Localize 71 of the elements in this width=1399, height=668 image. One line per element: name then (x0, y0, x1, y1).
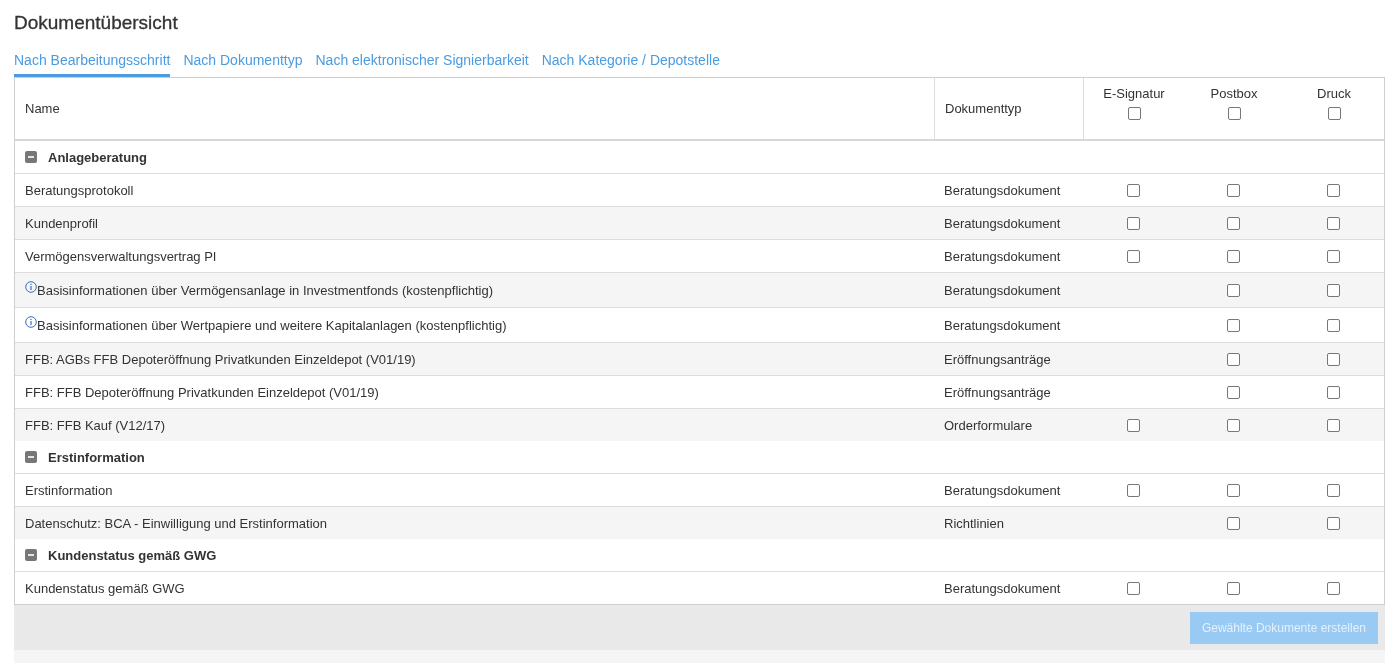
checkbox[interactable] (1226, 352, 1240, 366)
checkbox[interactable] (1126, 418, 1140, 432)
checkbox[interactable] (1226, 216, 1240, 230)
checkbox[interactable] (1126, 581, 1140, 595)
checkbox[interactable] (1226, 483, 1240, 497)
checkbox[interactable] (1326, 385, 1340, 399)
checkbox[interactable] (1326, 318, 1340, 332)
checkbox[interactable] (1326, 352, 1340, 366)
checkbox[interactable] (1226, 283, 1240, 297)
checkbox[interactable] (1126, 249, 1140, 263)
info-icon[interactable] (25, 316, 37, 328)
info-icon[interactable] (25, 281, 37, 293)
checkbox[interactable] (1326, 183, 1340, 197)
document-name: Kundenprofil (25, 215, 98, 231)
document-type: Eröffnungsanträge (944, 384, 1051, 400)
document-name: Basisinformationen über Wertpapiere und weitere Kapitalanlagen (kostenpflichtig) (37, 317, 507, 333)
document-type: Beratungsdokument (944, 482, 1061, 498)
column-header: Postbox (1210, 86, 1258, 101)
checkbox[interactable] (1326, 249, 1340, 263)
tab[interactable]: Nach Dokumenttyp (183, 52, 303, 77)
checkbox[interactable] (1326, 483, 1340, 497)
document-name: FFB: FFB Depoteröffnung Privatkunden Einzeldepot (V01/19) (25, 384, 379, 400)
document-name: FFB: AGBs FFB Depoteröffnung Privatkunden Einzeldepot (V01/19) (25, 351, 416, 367)
column-header: Druck (1317, 86, 1351, 101)
document-type: Beratungsdokument (944, 317, 1061, 333)
collapse-icon[interactable] (25, 451, 37, 463)
tab[interactable]: Nach Kategorie / Depotstelle (541, 52, 720, 77)
document-name: Basisinformationen über Vermögensanlage in Investmentfonds (kostenpflichtig) (37, 282, 493, 298)
document-type: Beratungsdokument (944, 282, 1061, 298)
column-header: Dokumenttyp (945, 101, 1022, 116)
checkbox[interactable] (1226, 385, 1240, 399)
checkbox[interactable] (1126, 216, 1140, 230)
document-name: Vermögensverwaltungsvertrag PI (25, 248, 217, 264)
page-title: Dokumentübersicht (14, 12, 179, 34)
document-type: Eröffnungsanträge (944, 351, 1051, 367)
document-type: Beratungsdokument (944, 248, 1061, 264)
checkbox[interactable] (1226, 318, 1240, 332)
checkbox[interactable] (1326, 581, 1340, 595)
document-type: Beratungsdokument (944, 182, 1061, 198)
checkbox[interactable] (1226, 516, 1240, 530)
select-all-checkbox[interactable] (1127, 107, 1141, 120)
document-name: FFB: FFB Kauf (V12/17) (25, 417, 166, 433)
document-name: Datenschutz: BCA - Einwilligung und Erstinformation (25, 515, 328, 531)
tab[interactable]: Nach elektronischer Signierbarkeit (315, 52, 529, 77)
checkbox[interactable] (1226, 249, 1240, 263)
document-type: Orderformulare (944, 417, 1033, 433)
checkbox[interactable] (1326, 516, 1340, 530)
checkbox[interactable] (1226, 183, 1240, 197)
select-all-checkbox[interactable] (1227, 107, 1241, 120)
document-type: Beratungsdokument (944, 580, 1061, 596)
column-header: Name (25, 101, 60, 116)
tab[interactable]: Nach Bearbeitungsschritt (14, 52, 171, 77)
checkbox[interactable] (1126, 483, 1140, 497)
document-name: Kundenstatus gemäß GWG (25, 580, 185, 596)
group-label: Kundenstatus gemäß GWG (48, 547, 217, 563)
collapse-icon[interactable] (25, 549, 37, 561)
checkbox[interactable] (1226, 581, 1240, 595)
group-label: Anlageberatung (48, 149, 147, 165)
document-type: Richtlinien (944, 515, 1004, 531)
document-name: Beratungsprotokoll (25, 182, 134, 198)
collapse-icon[interactable] (25, 151, 37, 163)
checkbox[interactable] (1126, 183, 1140, 197)
checkbox[interactable] (1326, 216, 1340, 230)
group-label: Erstinformation (48, 449, 145, 465)
document-type: Beratungsdokument (944, 215, 1061, 231)
checkbox[interactable] (1226, 418, 1240, 432)
select-all-checkbox[interactable] (1327, 107, 1341, 120)
document-name: Erstinformation (25, 482, 113, 498)
checkbox[interactable] (1326, 418, 1340, 432)
checkbox[interactable] (1326, 283, 1340, 297)
column-header: E-Signatur (1103, 86, 1165, 101)
